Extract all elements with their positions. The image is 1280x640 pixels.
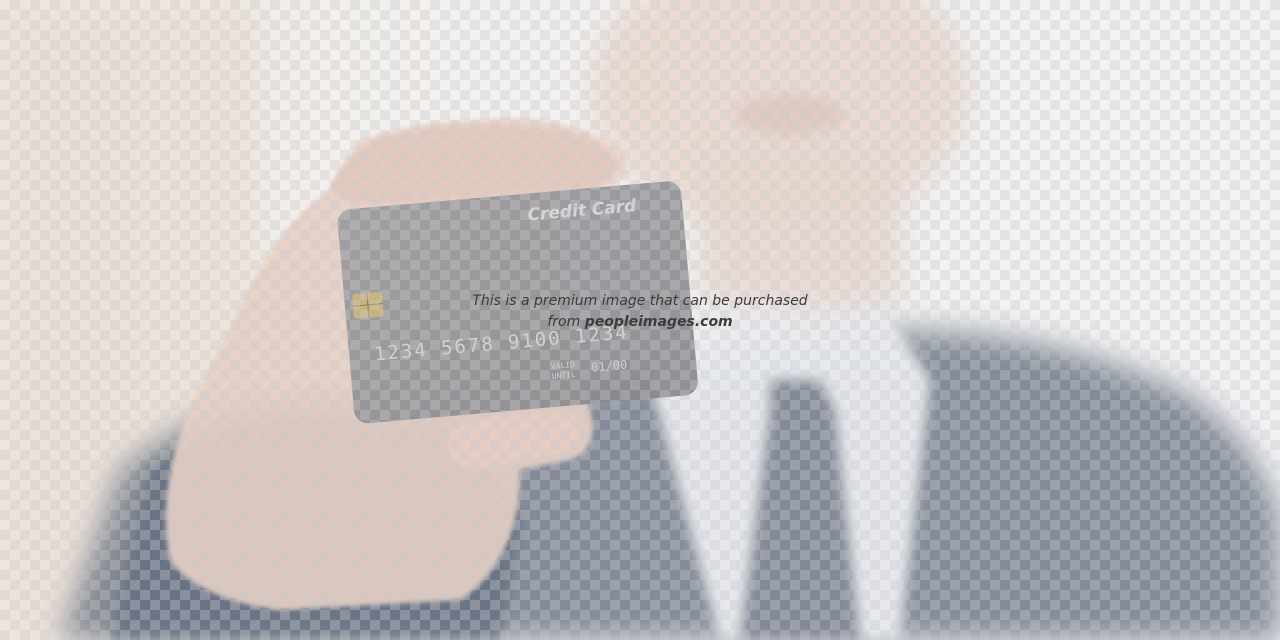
- watermark-line-1: This is a premium image that can be purc…: [472, 293, 808, 309]
- watermark-prefix: from: [547, 314, 585, 330]
- mouth: [735, 95, 845, 135]
- photo-stage: Credit Card 1234 5678 9100 1234 VALID UN…: [0, 0, 1280, 640]
- watermark-line-2: from peopleimages.com: [400, 312, 880, 333]
- watermark-site: peopleimages.com: [584, 314, 733, 330]
- watermark: This is a premium image that can be purc…: [400, 291, 880, 333]
